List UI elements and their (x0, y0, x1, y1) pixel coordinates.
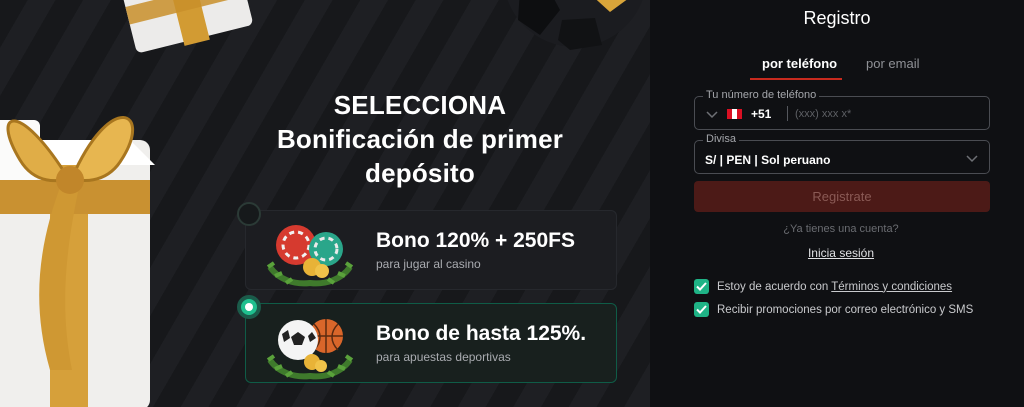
bonus-option-casino[interactable]: Bono 120% + 250FS para jugar al casino (237, 202, 617, 290)
active-tab-indicator (750, 78, 842, 80)
divider (787, 106, 788, 121)
sports-balls-icon (266, 319, 354, 380)
bonus-subtitle: para jugar al casino (376, 257, 481, 271)
casino-chips-icon (266, 225, 354, 287)
chevron-down-icon[interactable] (705, 110, 719, 120)
promo-title-line: Bonificación de primer (276, 124, 564, 154)
promo-title: SELECCIONA Bonificación de primer depósi… (250, 88, 590, 190)
promo-panel: SELECCIONA Bonificación de primer depósi… (0, 0, 650, 407)
currency-field-label: Divisa (703, 133, 739, 145)
promos-checkbox[interactable] (694, 302, 709, 317)
bonus-radio-unchecked[interactable] (237, 202, 261, 226)
currency-select[interactable]: Divisa S/ | PEN | Sol peruano (694, 133, 990, 174)
gift-box-decoration-large (0, 116, 155, 407)
promo-title-line: SELECCIONA (333, 90, 507, 120)
phone-input[interactable] (795, 104, 975, 124)
terms-checkbox[interactable] (694, 279, 709, 294)
checkmark-icon (696, 282, 707, 291)
bonus-subtitle: para apuestas deportivas (376, 350, 511, 364)
terms-link[interactable]: Términos y condiciones (831, 281, 952, 293)
tab-email[interactable]: por email (866, 56, 919, 71)
registration-form: Registro por teléfono por email Tu númer… (650, 0, 1024, 407)
bonus-option-sports[interactable]: Bono de hasta 125%. para apuestas deport… (237, 295, 617, 383)
bonus-title: Bono de hasta 125%. (376, 322, 587, 345)
country-code: +51 (751, 107, 772, 121)
peru-flag-icon (727, 109, 742, 119)
gift-box-decoration (118, 0, 253, 53)
login-link[interactable]: Inicia sesión (650, 246, 1024, 260)
form-title: Registro (803, 8, 871, 28)
chevron-down-icon (966, 155, 978, 163)
bonus-radio-checked[interactable] (237, 295, 261, 319)
currency-value: S/ | PEN | Sol peruano (705, 153, 831, 167)
checkmark-icon (696, 305, 707, 314)
phone-field-label: Tu número de teléfono (703, 89, 820, 101)
promos-text: Recibir promociones por correo electróni… (717, 303, 974, 316)
registration-tabs: por teléfono por email (750, 56, 950, 82)
phone-field: Tu número de teléfono +51 (694, 89, 990, 130)
promo-title-line: depósito (365, 158, 475, 188)
have-account-text: ¿Ya tienes una cuenta? (783, 223, 899, 235)
terms-prefix: Estoy de acuerdo con (717, 280, 829, 293)
promos-agreement: Recibir promociones por correo electróni… (694, 302, 973, 317)
terms-agreement: Estoy de acuerdo con Términos y condicio… (694, 279, 952, 294)
register-button[interactable]: Registrate (694, 181, 990, 212)
bonus-title: Bono 120% + 250FS (376, 229, 575, 252)
tab-phone[interactable]: por teléfono (762, 56, 837, 71)
terms-text: Estoy de acuerdo con Términos y condicio… (717, 281, 952, 293)
registration-modal: SELECCIONA Bonificación de primer depósi… (0, 0, 1024, 407)
soccer-ball-decoration (507, 0, 643, 50)
